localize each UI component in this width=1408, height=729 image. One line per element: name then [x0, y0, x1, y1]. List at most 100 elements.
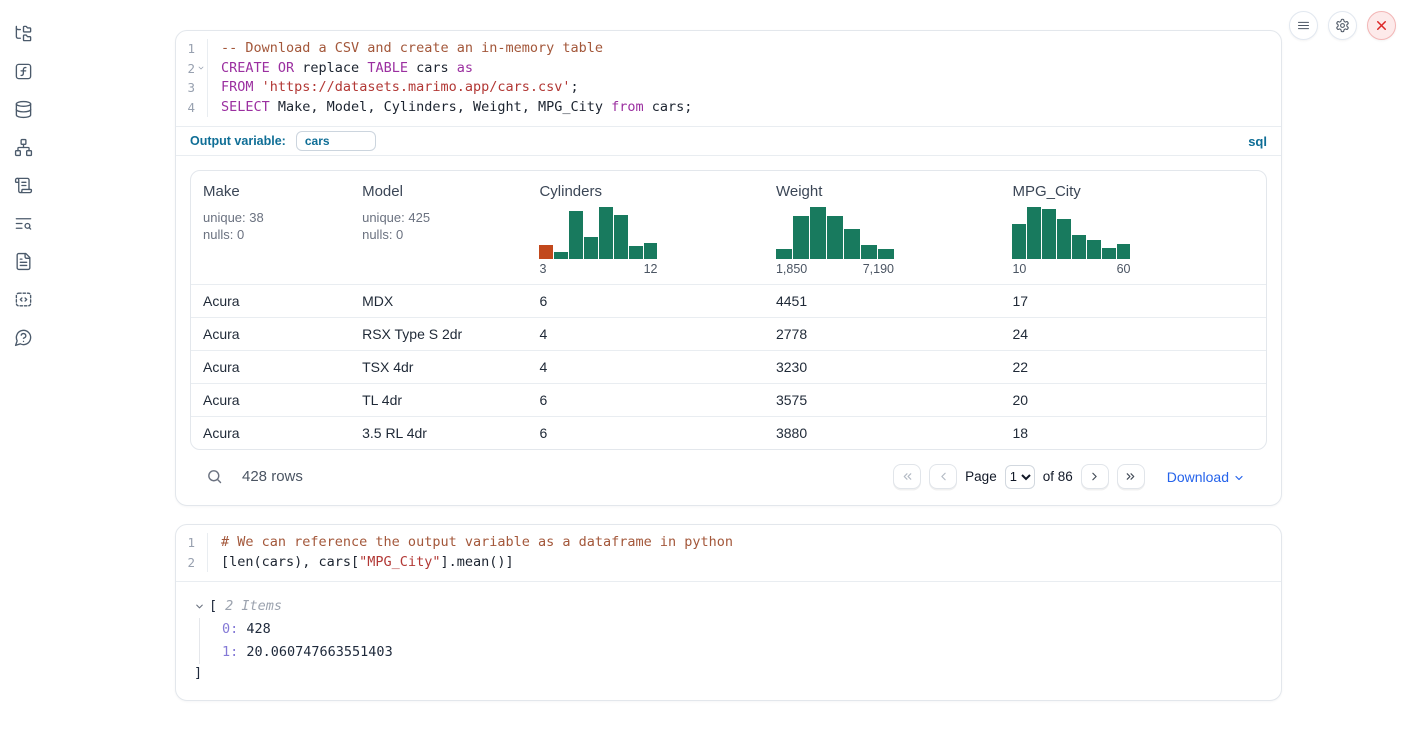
settings-button[interactable] — [1328, 11, 1357, 40]
table-cell: Acura — [191, 425, 350, 441]
shutdown-button[interactable] — [1367, 11, 1396, 40]
table-cell: 22 — [1000, 359, 1266, 375]
table-row: AcuraMDX6445117 — [191, 284, 1266, 317]
collapse-toggle-button[interactable] — [194, 599, 208, 613]
column-title: Weight — [776, 183, 993, 200]
chevron-right-icon — [1088, 470, 1101, 483]
table-cell: 4451 — [764, 293, 1001, 309]
network-icon — [14, 138, 34, 157]
table-cell: 6 — [527, 425, 764, 441]
code-line: 2 CREATE OR replace TABLE cars as — [176, 59, 1281, 79]
sidebar-scroll-text-button[interactable] — [13, 174, 35, 196]
python-code-editor[interactable]: 1 # We can reference the output variable … — [176, 525, 1281, 581]
column-stats: unique: 38nulls: 0 — [203, 209, 342, 243]
table-cell: 4 — [527, 359, 764, 375]
sidebar-database-button[interactable] — [13, 98, 35, 120]
code-line: 3FROM 'https://datasets.marimo.app/cars.… — [176, 78, 1281, 98]
hamburger-menu-icon — [1296, 18, 1311, 33]
table-cell: Acura — [191, 392, 350, 408]
first-page-button[interactable] — [893, 464, 921, 489]
file-tree-icon — [14, 24, 34, 43]
column-histogram: 1060 — [1012, 207, 1130, 276]
line-number-gutter: 1 — [176, 533, 208, 553]
table-output: Makeunique: 38nulls: 0Modelunique: 425nu… — [176, 155, 1281, 505]
scroll-text-icon — [14, 176, 34, 195]
chevron-down-icon — [1233, 470, 1245, 484]
table-cell: 3880 — [764, 425, 1001, 441]
table-cell: 20 — [1000, 392, 1266, 408]
sidebar-file-tree-button[interactable] — [13, 22, 35, 44]
python-cell: 1 # We can reference the output variable … — [175, 524, 1282, 701]
column-header-make[interactable]: Makeunique: 38nulls: 0 — [191, 171, 350, 284]
table-row: AcuraTSX 4dr4323022 — [191, 350, 1266, 383]
sql-cell: 1-- Download a CSV and create an in-memo… — [175, 30, 1282, 506]
histogram-bar — [1027, 207, 1041, 259]
line-number: 2 — [176, 59, 195, 79]
output-variable-input[interactable] — [296, 131, 376, 151]
code-text: FROM 'https://datasets.marimo.app/cars.c… — [208, 78, 579, 98]
page-total: of 86 — [1043, 469, 1073, 484]
data-table: Makeunique: 38nulls: 0Modelunique: 425nu… — [190, 170, 1267, 450]
menu-button[interactable] — [1289, 11, 1318, 40]
table-header-row: Makeunique: 38nulls: 0Modelunique: 425nu… — [191, 171, 1266, 284]
sidebar-file-text-button[interactable] — [13, 250, 35, 272]
histogram-bar — [554, 252, 568, 259]
histogram-bar — [539, 245, 553, 259]
tree-key: 0: — [222, 621, 238, 637]
last-page-button[interactable] — [1117, 464, 1145, 489]
table-cell: Acura — [191, 359, 350, 375]
table-cell: 6 — [527, 392, 764, 408]
sidebar-help-bubble-button[interactable] — [13, 326, 35, 348]
line-number: 1 — [176, 533, 195, 553]
column-histogram: 312 — [539, 207, 657, 276]
fold-chevron-icon[interactable] — [195, 64, 207, 72]
column-header-model[interactable]: Modelunique: 425nulls: 0 — [350, 171, 527, 284]
sidebar-code-snippet-button[interactable] — [13, 288, 35, 310]
tree-entries: 0: 4281: 20.060747663551403 — [199, 618, 1263, 664]
code-text: SELECT Make, Model, Cylinders, Weight, M… — [208, 98, 692, 118]
histogram-axis-labels: 312 — [539, 262, 657, 276]
sidebar-function-square-button[interactable] — [13, 60, 35, 82]
column-title: MPG_City — [1012, 183, 1258, 200]
code-line: 1 # We can reference the output variable … — [176, 533, 1281, 553]
tree-entry: 1: 20.060747663551403 — [222, 641, 1263, 664]
notebook: 1-- Download a CSV and create an in-memo… — [175, 30, 1282, 701]
histogram-bar — [1057, 219, 1071, 259]
histogram-bar — [861, 245, 877, 259]
histogram-bars — [776, 207, 894, 259]
code-text: # We can reference the output variable a… — [208, 533, 733, 553]
sidebar-network-button[interactable] — [13, 136, 35, 158]
close-icon — [1374, 18, 1389, 33]
table-cell: 3230 — [764, 359, 1001, 375]
histogram-bars — [1012, 207, 1130, 259]
item-count: 2 Items — [225, 598, 282, 614]
download-label: Download — [1167, 469, 1229, 485]
histogram-bar — [878, 249, 894, 259]
code-text: CREATE OR replace TABLE cars as — [208, 59, 473, 79]
table-cell: TSX 4dr — [350, 359, 527, 375]
download-button[interactable]: Download — [1161, 468, 1251, 486]
search-button[interactable] — [206, 467, 226, 487]
tree-value: 20.060747663551403 — [238, 644, 392, 660]
pagination: Page 1 of 86 — [893, 464, 1145, 489]
column-header-cylinders[interactable]: Cylinders312 — [527, 171, 764, 284]
chevron-down-icon — [194, 601, 208, 612]
column-header-mpg_city[interactable]: MPG_City 1060 — [1000, 171, 1266, 284]
code-line: 4SELECT Make, Model, Cylinders, Weight, … — [176, 98, 1281, 118]
page-select[interactable]: 1 — [1005, 465, 1035, 489]
histogram-bar — [644, 243, 658, 259]
sidebar-text-search-button[interactable] — [13, 212, 35, 234]
table-cell: Acura — [191, 326, 350, 342]
column-header-weight[interactable]: Weight1,8507,190 — [764, 171, 1001, 284]
sql-code-editor[interactable]: 1-- Download a CSV and create an in-memo… — [176, 31, 1281, 126]
previous-page-button[interactable] — [929, 464, 957, 489]
code-line: 1-- Download a CSV and create an in-memo… — [176, 39, 1281, 59]
chevron-left-icon — [937, 470, 950, 483]
line-number: 2 — [176, 553, 195, 573]
histogram-bar — [1072, 235, 1086, 259]
table-cell: 6 — [527, 293, 764, 309]
help-bubble-icon — [14, 328, 34, 347]
line-number: 1 — [176, 39, 195, 59]
code-text: [len(cars), cars["MPG_City"].mean()] — [208, 553, 514, 573]
next-page-button[interactable] — [1081, 464, 1109, 489]
